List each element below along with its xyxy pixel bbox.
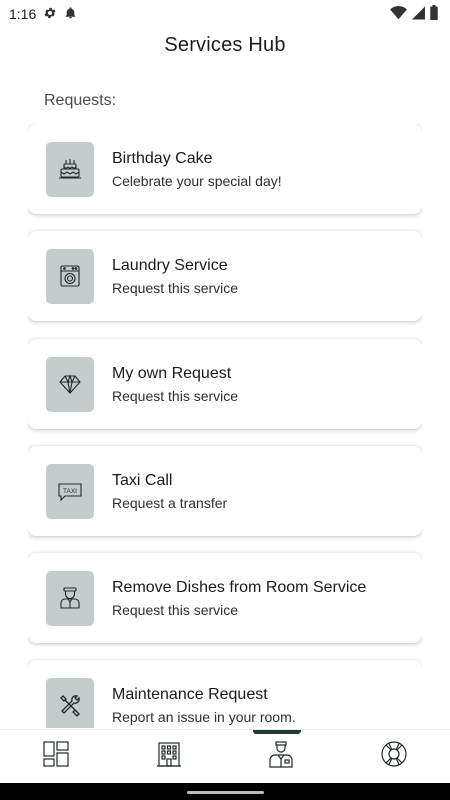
- status-time: 1:16: [9, 6, 37, 22]
- battery-icon: [430, 5, 438, 23]
- request-subtitle: Request this service: [112, 279, 239, 296]
- concierge-person-icon: [267, 740, 295, 773]
- request-subtitle: Celebrate your special day!: [112, 172, 282, 189]
- requests-list[interactable]: Birthday Cake Celebrate your special day…: [28, 124, 422, 728]
- request-card-my-own-request[interactable]: My own Request Request this service: [28, 339, 422, 429]
- cake-icon: [46, 141, 94, 197]
- request-subtitle: Report an issue in your room.: [112, 708, 296, 725]
- request-card-taxi-call[interactable]: TAXI Taxi Call Request a transfer: [28, 446, 422, 536]
- nav-dashboard[interactable]: [26, 730, 86, 784]
- page-title: Services Hub: [164, 34, 286, 56]
- notification-bell-icon: [64, 6, 77, 23]
- cell-signal-icon: [412, 6, 425, 23]
- wifi-icon: [390, 5, 407, 23]
- request-card-birthday-cake[interactable]: Birthday Cake Celebrate your special day…: [28, 124, 422, 214]
- washing-machine-icon: [46, 248, 94, 304]
- taxi-icon: TAXI: [46, 463, 94, 519]
- request-subtitle: Request this service: [112, 601, 239, 618]
- request-title: Laundry Service: [112, 256, 228, 274]
- nav-concierge[interactable]: [251, 729, 311, 784]
- request-title: Remove Dishes from Room Service: [112, 578, 367, 596]
- system-navigation-bar: [0, 783, 450, 800]
- status-bar: 1:16: [0, 0, 450, 28]
- request-subtitle: Request a transfer: [112, 494, 228, 511]
- tools-icon: [46, 677, 94, 728]
- bottom-navigation: [0, 729, 450, 783]
- diamond-icon: [46, 356, 94, 412]
- nav-hotel[interactable]: [139, 730, 199, 784]
- hotel-building-icon: [155, 740, 183, 773]
- request-title: My own Request: [112, 364, 232, 382]
- request-subtitle: Request this service: [112, 387, 239, 404]
- taxi-icon-text: TAXI: [63, 488, 77, 495]
- section-label-requests: Requests:: [44, 92, 117, 109]
- request-card-maintenance-request[interactable]: Maintenance Request Report an issue in y…: [28, 660, 422, 728]
- nav-help[interactable]: [364, 730, 424, 784]
- lifebuoy-icon: [380, 740, 408, 773]
- request-card-laundry-service[interactable]: Laundry Service Request this service: [28, 231, 422, 321]
- request-title: Maintenance Request: [112, 685, 268, 703]
- request-title: Birthday Cake: [112, 149, 213, 167]
- request-card-remove-dishes[interactable]: Remove Dishes from Room Service Request …: [28, 553, 422, 643]
- dashboard-icon: [42, 740, 70, 773]
- home-gesture-handle[interactable]: [187, 791, 264, 794]
- waiter-icon: [46, 570, 94, 626]
- request-title: Taxi Call: [112, 471, 173, 489]
- gear-icon: [43, 6, 57, 23]
